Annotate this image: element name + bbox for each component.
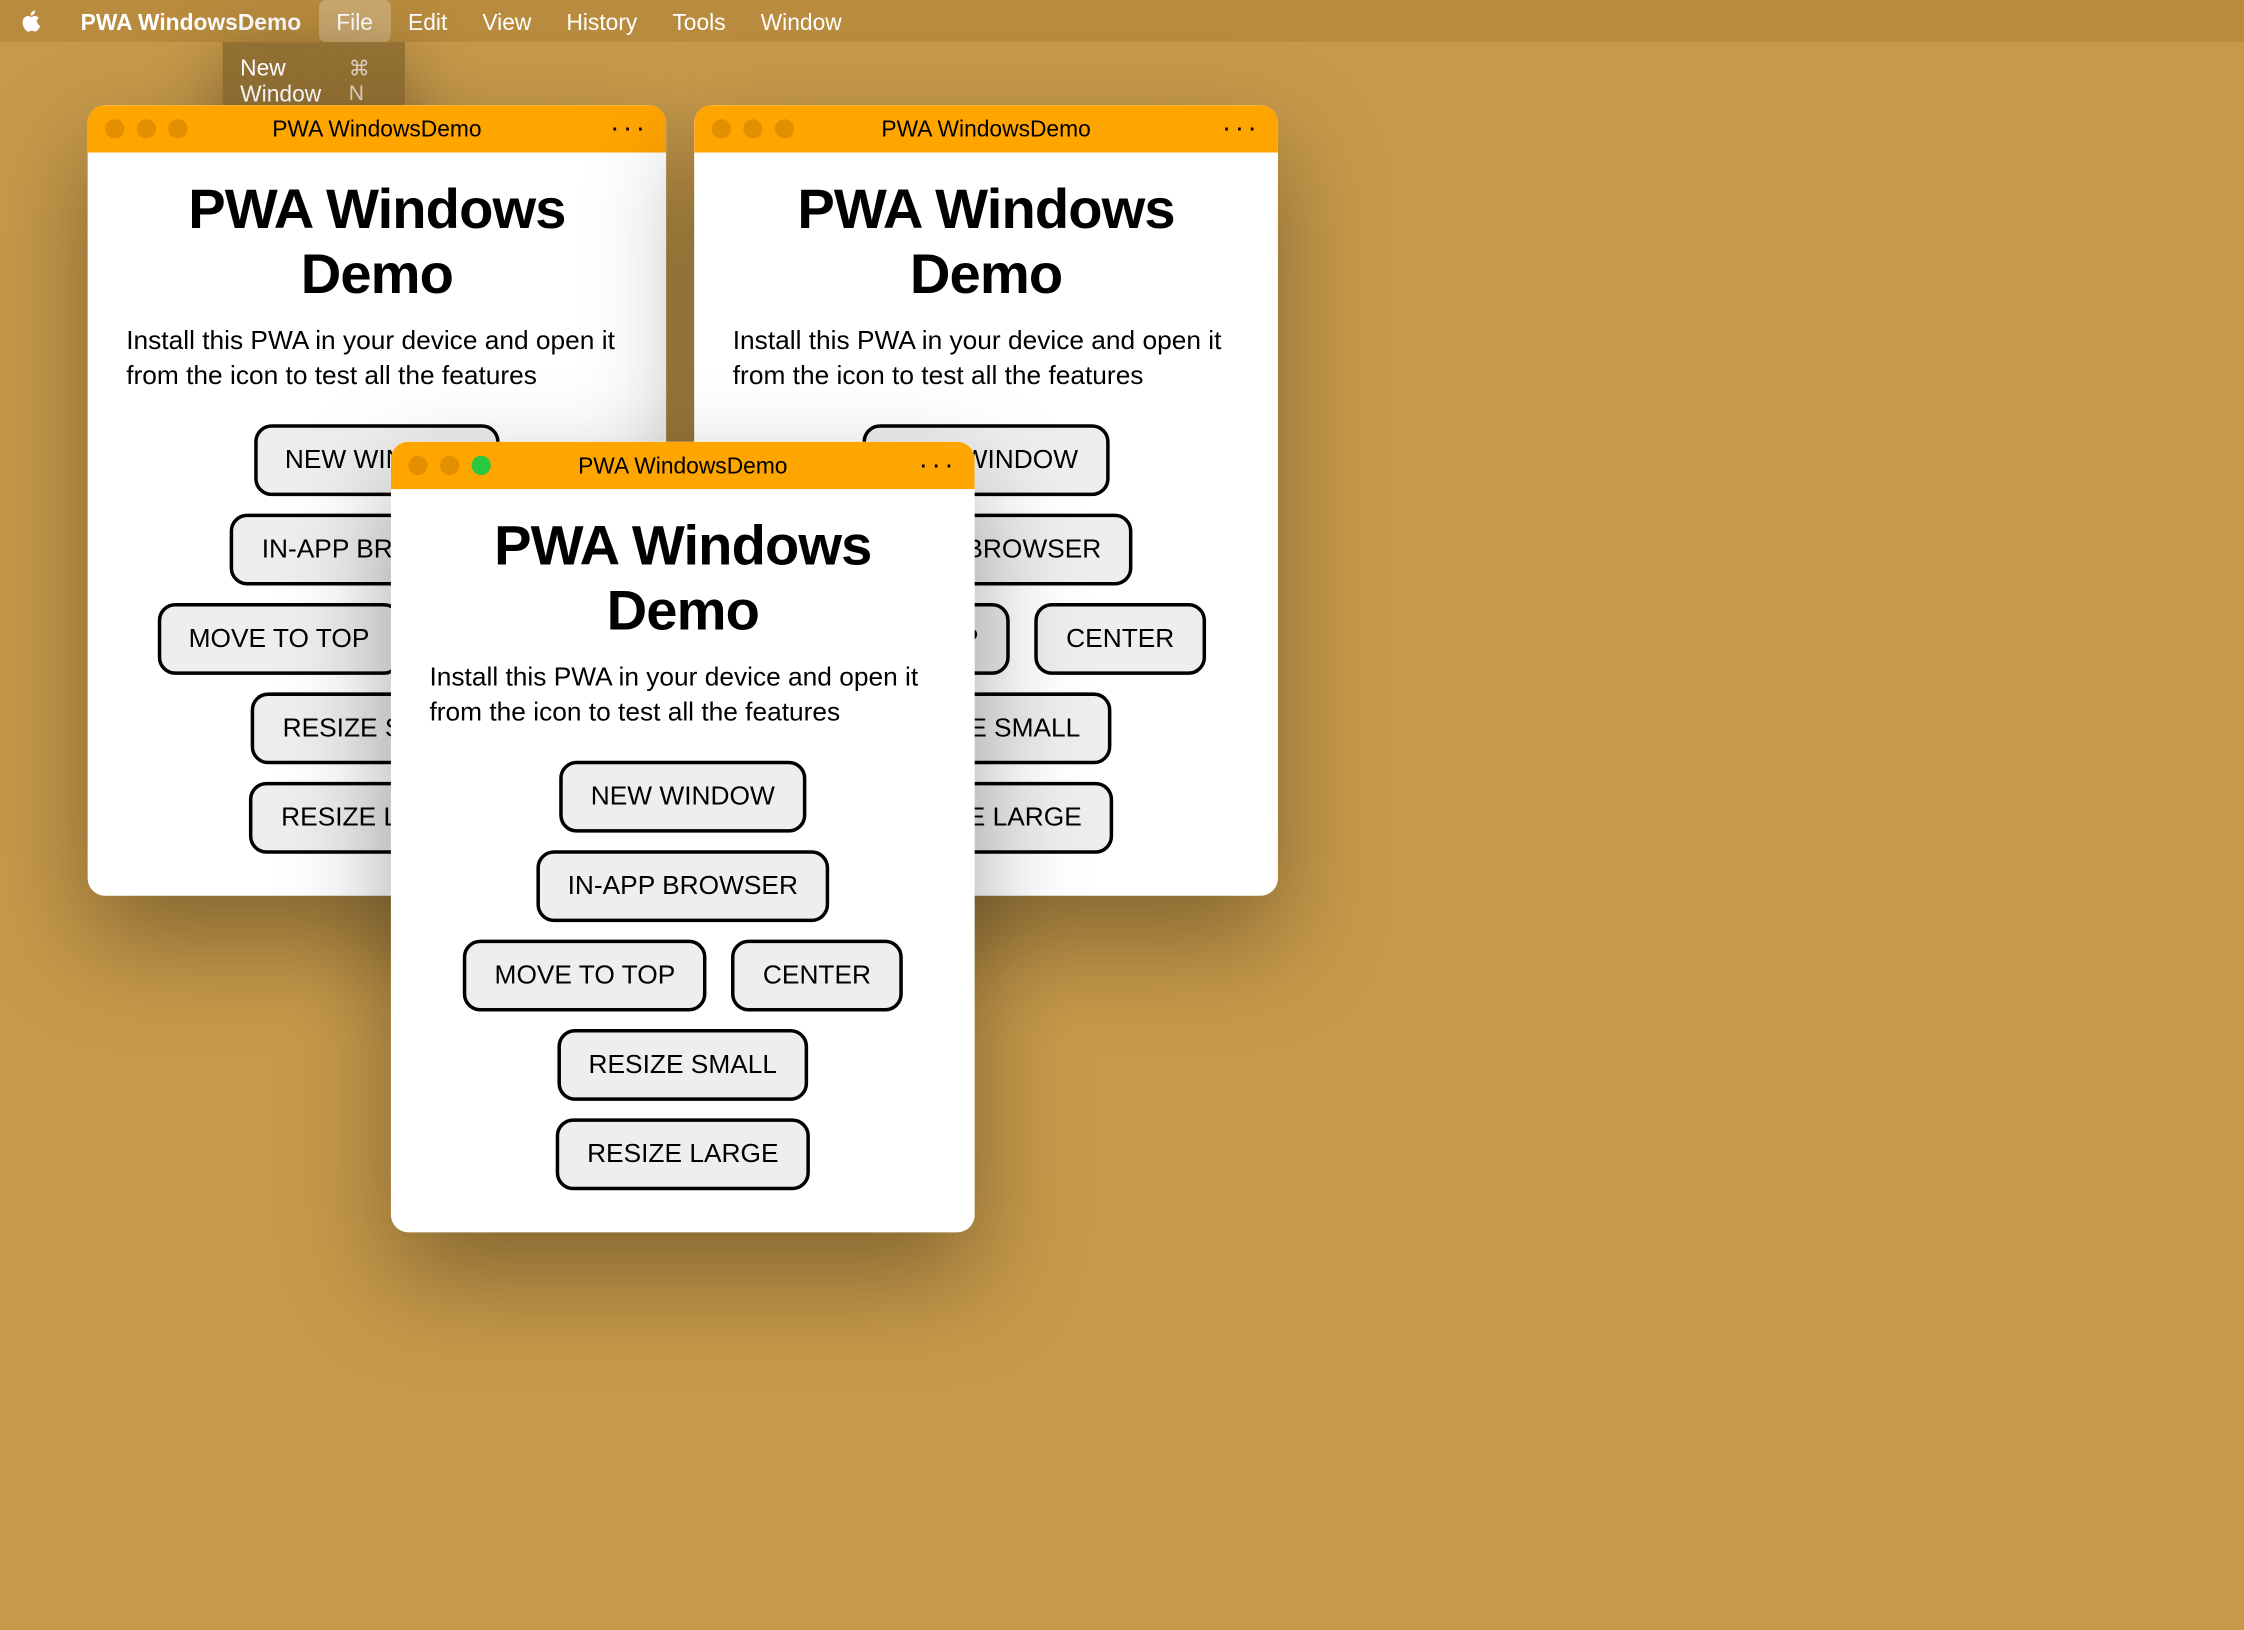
window-title: PWA WindowsDemo	[391, 452, 975, 478]
window-titlebar[interactable]: PWA WindowsDemo ···	[391, 442, 975, 489]
apple-logo-icon[interactable]	[18, 7, 46, 35]
menubar-item-edit[interactable]: Edit	[390, 0, 464, 42]
menubar-item-file[interactable]: File	[319, 0, 391, 42]
page-heading: PWA Windows Demo	[733, 177, 1240, 307]
more-menu-icon[interactable]: ···	[1222, 113, 1261, 145]
move-to-top-button[interactable]: MOVE TO TOP	[463, 939, 707, 1011]
menubar-item-view[interactable]: View	[465, 0, 549, 42]
more-menu-icon[interactable]: ···	[919, 450, 958, 482]
new-window-button[interactable]: NEW WINDOW	[559, 760, 806, 832]
window-title: PWA WindowsDemo	[88, 116, 666, 142]
in-app-browser-button[interactable]: IN-APP BROWSER	[536, 849, 829, 921]
page-description: Install this PWA in your device and open…	[126, 324, 627, 395]
window-titlebar[interactable]: PWA WindowsDemo ···	[88, 105, 666, 152]
resize-large-button[interactable]: RESIZE LARGE	[556, 1118, 811, 1190]
menubar-item-tools[interactable]: Tools	[655, 0, 743, 42]
menu-item-shortcut: ⌘ N	[349, 56, 388, 105]
center-button[interactable]: CENTER	[1035, 602, 1206, 674]
move-to-top-button[interactable]: MOVE TO TOP	[157, 602, 401, 674]
page-heading: PWA Windows Demo	[126, 177, 627, 307]
menu-item-new-window[interactable]: New Window ⌘ N	[223, 49, 405, 112]
resize-small-button[interactable]: RESIZE SMALL	[557, 1028, 809, 1100]
menubar-app-name[interactable]: PWA WindowsDemo	[63, 0, 319, 42]
button-grid: NEW WINDOW IN-APP BROWSER MOVE TO TOP CE…	[429, 760, 936, 1189]
menubar-item-history[interactable]: History	[549, 0, 655, 42]
pwa-window: PWA WindowsDemo ··· PWA Windows Demo Ins…	[391, 442, 975, 1232]
macos-menubar: PWA WindowsDemo File Edit View History T…	[0, 0, 2244, 42]
page-heading: PWA Windows Demo	[429, 514, 936, 644]
center-button[interactable]: CENTER	[731, 939, 902, 1011]
page-description: Install this PWA in your device and open…	[429, 661, 936, 732]
menu-item-label: New Window	[240, 54, 349, 107]
menubar-item-window[interactable]: Window	[743, 0, 859, 42]
window-content: PWA Windows Demo Install this PWA in you…	[391, 489, 975, 1231]
page-description: Install this PWA in your device and open…	[733, 324, 1240, 395]
window-title: PWA WindowsDemo	[694, 116, 1278, 142]
window-titlebar[interactable]: PWA WindowsDemo ···	[694, 105, 1278, 152]
more-menu-icon[interactable]: ···	[610, 113, 649, 145]
